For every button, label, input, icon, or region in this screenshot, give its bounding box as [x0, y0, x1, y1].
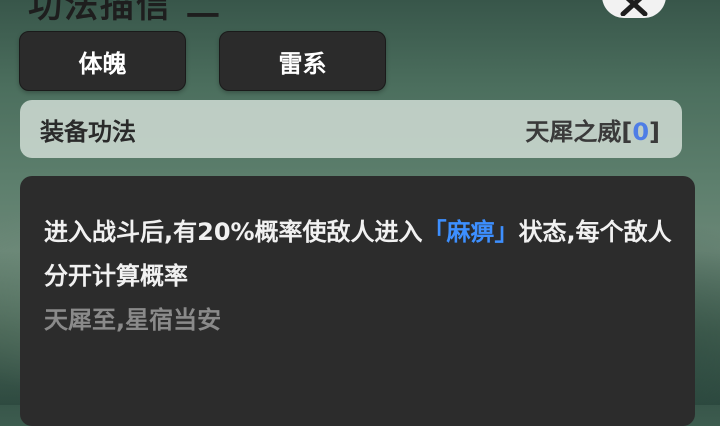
- close-button[interactable]: [602, 0, 666, 18]
- tag-label: 体魄: [78, 49, 127, 78]
- equip-count: 0: [632, 117, 650, 146]
- status-keyword: 「麻痹」: [422, 218, 519, 246]
- page-title: 功法描信 二: [28, 0, 222, 26]
- equip-skill-bar[interactable]: 装备功法 天犀之威[0]: [20, 100, 682, 158]
- close-icon: [620, 0, 648, 16]
- tag-physique[interactable]: 体魄: [19, 31, 186, 91]
- description-text: 进入战斗后,有20%概率使敌人进入「麻痹」状态,每个敌人分开计算概率: [44, 210, 673, 298]
- bracket-open: [: [621, 117, 633, 146]
- bracket-close: ]: [649, 117, 660, 146]
- tag-label: 雷系: [278, 49, 327, 78]
- equip-skill-name: 天犀之威: [525, 117, 622, 146]
- equip-skill-label: 装备功法: [40, 117, 136, 146]
- description-panel: 进入战斗后,有20%概率使敌人进入「麻痹」状态,每个敌人分开计算概率 天犀至,星…: [20, 176, 695, 426]
- tag-thunder[interactable]: 雷系: [219, 31, 386, 91]
- flavor-text: 天犀至,星宿当安: [44, 306, 222, 334]
- equip-skill-value: 天犀之威[0]: [525, 112, 660, 147]
- description-before: 进入战斗后,有20%概率使敌人进入: [44, 218, 423, 246]
